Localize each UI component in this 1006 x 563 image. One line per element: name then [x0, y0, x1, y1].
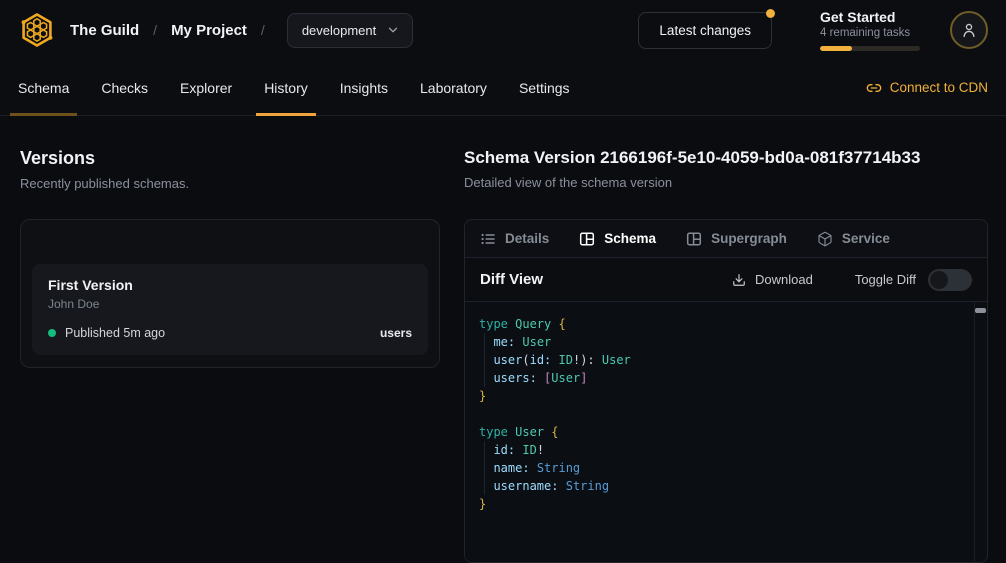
version-detail-panel: Details Schema Supergraph	[464, 219, 988, 563]
environment-select-value: development	[302, 23, 376, 38]
panels-icon	[579, 231, 595, 247]
code-line: }	[479, 495, 961, 513]
code-line: name: String	[479, 459, 961, 477]
nav-tab-checks[interactable]: Checks	[101, 60, 148, 116]
get-started-title: Get Started	[820, 9, 920, 25]
tab-details[interactable]: Details	[480, 231, 549, 247]
download-icon	[732, 273, 746, 287]
toggle-diff-group: Toggle Diff	[855, 269, 972, 291]
detail-tabs: Details Schema Supergraph	[465, 220, 987, 258]
version-meta-row: Published 5m ago users	[48, 326, 412, 340]
tab-schema[interactable]: Schema	[579, 231, 656, 247]
breadcrumb-org[interactable]: The Guild	[70, 22, 139, 39]
version-status: Published 5m ago	[65, 326, 165, 340]
code-line: type Query {	[479, 315, 961, 333]
content: Versions Recently published schemas. Fir…	[0, 116, 1006, 563]
code-content: type Query { me: User user(id: ID!): Use…	[479, 315, 961, 513]
code-scrollbar-thumb[interactable]	[975, 308, 986, 313]
progress-fill	[820, 46, 852, 51]
nav-tab-schema[interactable]: Schema	[18, 60, 69, 116]
code-scrollbar[interactable]	[974, 302, 987, 562]
version-author: John Doe	[48, 297, 412, 311]
tab-schema-label: Schema	[604, 231, 656, 246]
code-line: me: User	[479, 333, 961, 351]
get-started-widget[interactable]: Get Started 4 remaining tasks	[820, 9, 920, 51]
tab-service[interactable]: Service	[817, 231, 890, 247]
breadcrumb-project[interactable]: My Project	[171, 22, 247, 39]
list-icon	[480, 231, 496, 247]
latest-changes-button[interactable]: Latest changes	[638, 12, 772, 49]
nav-tab-history[interactable]: History	[264, 60, 308, 116]
breadcrumb: The Guild / My Project /	[70, 22, 267, 39]
toggle-knob	[930, 271, 948, 289]
tab-supergraph-label: Supergraph	[711, 231, 787, 246]
notification-dot	[766, 9, 775, 18]
versions-title: Versions	[20, 148, 440, 169]
download-button[interactable]: Download	[732, 272, 813, 287]
versions-card: First Version John Doe Published 5m ago …	[20, 219, 440, 368]
nav-tab-insights[interactable]: Insights	[340, 60, 388, 116]
published-status-dot	[48, 329, 56, 337]
latest-changes-label: Latest changes	[659, 23, 751, 38]
cube-icon	[817, 231, 833, 247]
nav-tab-settings[interactable]: Settings	[519, 60, 570, 116]
code-line: user(id: ID!): User	[479, 351, 961, 369]
diff-toolbar: Diff View Download Toggle Diff	[465, 258, 987, 301]
code-line: username: String	[479, 477, 961, 495]
diff-view-title: Diff View	[480, 271, 543, 288]
get-started-subtitle: 4 remaining tasks	[820, 27, 920, 39]
link-icon	[866, 80, 882, 96]
code-line: type User {	[479, 423, 961, 441]
version-detail-section: Schema Version 2166196f-5e10-4059-bd0a-0…	[464, 148, 988, 563]
user-avatar[interactable]	[950, 11, 988, 49]
versions-section: Versions Recently published schemas. Fir…	[20, 148, 440, 563]
breadcrumb-separator: /	[259, 22, 267, 38]
version-list-item[interactable]: First Version John Doe Published 5m ago …	[32, 264, 428, 355]
hive-logo-icon[interactable]	[18, 11, 56, 49]
code-line: users: [User]	[479, 369, 961, 387]
toggle-diff-label: Toggle Diff	[855, 272, 916, 287]
environment-select[interactable]: development	[287, 13, 413, 48]
versions-subtitle: Recently published schemas.	[20, 176, 440, 191]
nav-tab-laboratory[interactable]: Laboratory	[420, 60, 487, 116]
version-detail-title: Schema Version 2166196f-5e10-4059-bd0a-0…	[464, 148, 988, 168]
breadcrumb-separator: /	[151, 22, 159, 38]
toggle-diff-switch[interactable]	[928, 269, 972, 291]
chevron-down-icon	[386, 23, 400, 37]
schema-code-viewer[interactable]: type Query { me: User user(id: ID!): Use…	[465, 301, 987, 562]
version-name: First Version	[48, 277, 412, 293]
code-line	[479, 405, 961, 423]
main-nav: Schema Checks Explorer History Insights …	[0, 60, 1006, 116]
panels-icon	[686, 231, 702, 247]
download-label: Download	[755, 272, 813, 287]
code-line: }	[479, 387, 961, 405]
connect-to-cdn-link[interactable]: Connect to CDN	[866, 80, 988, 96]
connect-to-cdn-label: Connect to CDN	[890, 80, 988, 95]
tab-supergraph[interactable]: Supergraph	[686, 231, 787, 247]
get-started-progress-bar	[820, 46, 920, 51]
nav-tab-explorer[interactable]: Explorer	[180, 60, 232, 116]
person-icon	[960, 21, 978, 39]
code-line: id: ID!	[479, 441, 961, 459]
tab-details-label: Details	[505, 231, 549, 246]
top-bar: The Guild / My Project / development Lat…	[0, 0, 1006, 60]
tab-service-label: Service	[842, 231, 890, 246]
version-detail-subtitle: Detailed view of the schema version	[464, 175, 988, 190]
version-service-badge: users	[380, 326, 412, 340]
